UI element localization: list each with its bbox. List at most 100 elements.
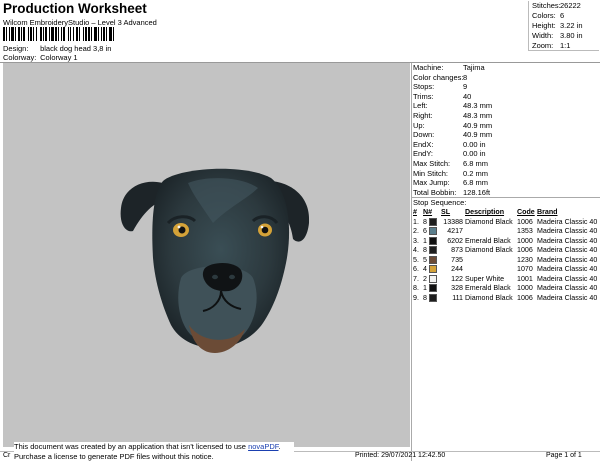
dog-head-embroidery-image bbox=[120, 168, 310, 353]
notice-line-2: Purchase a license to generate PDF files… bbox=[14, 452, 214, 461]
software-subtitle: Wilcom EmbroideryStudio – Level 3 Advanc… bbox=[3, 18, 157, 27]
machine-info: Machine: Tajima Color changes:8 Stops: 9 T… bbox=[413, 63, 599, 197]
thread-brand: Madeira Classic 40 bbox=[537, 246, 598, 254]
thread-description bbox=[463, 227, 517, 237]
needle-cell: 5 bbox=[423, 256, 441, 266]
stitch-count: 4217 bbox=[447, 227, 463, 235]
stitch-count: 13388 bbox=[443, 217, 463, 226]
col-header-index: # bbox=[413, 208, 417, 216]
row-index: 7. bbox=[413, 274, 419, 283]
printed-timestamp: Printed: 29/07/2021 12:42.50 bbox=[355, 452, 446, 459]
color-swatch bbox=[428, 284, 437, 293]
machine-row: Trims: 40 bbox=[413, 91, 472, 101]
color-swatch bbox=[428, 217, 437, 226]
thread-code: 1230 bbox=[517, 255, 533, 264]
needle-cell: 8 bbox=[423, 218, 441, 228]
table-row: 9. 8 111 Diamond Black 1006 Madeira Classic … bbox=[413, 294, 599, 304]
table-row: 8. 1 328 Emerald Black 1000 Madeira Classic … bbox=[413, 284, 599, 294]
thread-brand: Madeira Classic 40 bbox=[537, 293, 598, 302]
thread-code: 1006 bbox=[517, 293, 533, 302]
thread-description: Diamond Black bbox=[465, 217, 513, 226]
thread-description bbox=[463, 256, 517, 266]
table-row: 5. 5 735 1230 Madeira Classic 40 bbox=[413, 256, 599, 266]
row-index: 1. bbox=[413, 217, 419, 226]
thread-description: Emerald Black bbox=[465, 236, 511, 245]
thread-code: 1353 bbox=[517, 227, 533, 235]
thread-code: 1006 bbox=[517, 217, 533, 226]
stop-sequence-table: # N# SL Description Code Brand 1. 8 13388… bbox=[413, 208, 599, 303]
thread-description: Diamond Black bbox=[465, 293, 513, 302]
thread-code: 1000 bbox=[517, 284, 533, 292]
thread-description: Diamond Black bbox=[465, 246, 513, 254]
machine-row: EndY: 0.00 in bbox=[413, 149, 486, 159]
thread-code: 1070 bbox=[517, 265, 533, 273]
machine-row: Left: 48.3 mm bbox=[413, 101, 493, 111]
color-swatch bbox=[428, 255, 437, 264]
color-swatch bbox=[428, 265, 437, 274]
thread-brand: Madeira Classic 40 bbox=[537, 227, 598, 235]
machine-row: Down: 40.9 mm bbox=[413, 130, 493, 140]
stitch-count: 328 bbox=[451, 284, 463, 292]
stitch-count: 244 bbox=[451, 265, 463, 273]
row-index: 2. bbox=[413, 227, 419, 235]
thread-brand: Madeira Classic 40 bbox=[537, 274, 598, 283]
design-value: black dog head 3,8 in bbox=[40, 44, 112, 53]
row-index: 6. bbox=[413, 265, 419, 273]
stat-row: Zoom: 1:1 bbox=[532, 41, 571, 50]
thread-brand: Madeira Classic 40 bbox=[537, 236, 598, 245]
thread-brand: Madeira Classic 40 bbox=[537, 217, 598, 226]
color-swatch bbox=[428, 246, 437, 255]
stat-row: Height: 3.22 in bbox=[532, 21, 583, 30]
stitch-count: 873 bbox=[451, 246, 463, 254]
col-header-code: Code bbox=[517, 208, 535, 216]
machine-row: EndX: 0.00 in bbox=[413, 139, 486, 149]
needle-cell: 8 bbox=[423, 246, 441, 256]
thread-brand: Madeira Classic 40 bbox=[537, 265, 598, 273]
stop-sequence: Stop Sequence: # N# SL Description Code … bbox=[413, 198, 599, 303]
novapdf-link[interactable]: novaPDF bbox=[248, 442, 278, 451]
needle-cell: 1 bbox=[423, 284, 441, 294]
thread-brand: Madeira Classic 40 bbox=[537, 284, 598, 292]
needle-cell: 8 bbox=[423, 294, 441, 304]
col-header-sl: SL bbox=[441, 208, 451, 216]
design-preview bbox=[3, 63, 410, 447]
table-row: 2. 6 4217 1353 Madeira Classic 40 bbox=[413, 227, 599, 237]
notice-line-1: This document was created by an applicat… bbox=[14, 442, 281, 451]
thread-description: Super White bbox=[465, 274, 505, 283]
needle-cell: 1 bbox=[423, 237, 441, 247]
machine-row: Max Stitch: 6.8 mm bbox=[413, 158, 489, 168]
stitch-count: 6202 bbox=[447, 236, 463, 245]
colorway-label: Colorway: bbox=[3, 53, 37, 62]
col-header-needle: N# bbox=[423, 208, 433, 216]
design-label: Design: bbox=[3, 44, 29, 53]
machine-row: Color changes:8 bbox=[413, 72, 468, 82]
table-header-row: # N# SL Description Code Brand bbox=[413, 208, 599, 218]
color-swatch bbox=[428, 227, 437, 236]
col-header-description: Description bbox=[465, 208, 505, 216]
table-row: 4. 8 873 Diamond Black 1006 Madeira Classic … bbox=[413, 246, 599, 256]
color-swatch bbox=[428, 236, 437, 245]
design-stats: Stitches:26222 Colors: 6 Height: 3.22 in W… bbox=[528, 1, 599, 51]
design-row: Design: black dog head 3,8 in bbox=[3, 44, 111, 53]
thread-brand: Madeira Classic 40 bbox=[537, 255, 598, 264]
row-index: 5. bbox=[413, 255, 419, 264]
row-index: 8. bbox=[413, 284, 419, 292]
stat-row: Width: 3.80 in bbox=[532, 31, 583, 40]
table-row: 3. 1 6202 Emerald Black 1000 Madeira Classic… bbox=[413, 237, 599, 247]
table-row: 6. 4 244 1070 Madeira Classic 40 bbox=[413, 265, 599, 275]
col-header-brand: Brand bbox=[537, 208, 558, 216]
machine-row: Max Jump: 6.8 mm bbox=[413, 178, 489, 188]
design-barcode bbox=[3, 27, 138, 41]
thread-description bbox=[463, 265, 517, 275]
stat-row: Stitches:26222 bbox=[532, 1, 581, 10]
machine-row: Machine: Tajima bbox=[413, 63, 485, 72]
table-row: 1. 8 13388 Diamond Black 1006 Madeira Classi… bbox=[413, 218, 599, 228]
color-swatch bbox=[428, 274, 437, 283]
thread-code: 1000 bbox=[517, 236, 533, 245]
thread-code: 1001 bbox=[517, 274, 533, 283]
stitch-count: 735 bbox=[451, 255, 463, 264]
colorway-value: Colorway 1 bbox=[40, 53, 78, 62]
row-index: 4. bbox=[413, 246, 419, 254]
stitch-count: 111 bbox=[452, 293, 463, 302]
machine-row: Right: 48.3 mm bbox=[413, 110, 493, 120]
